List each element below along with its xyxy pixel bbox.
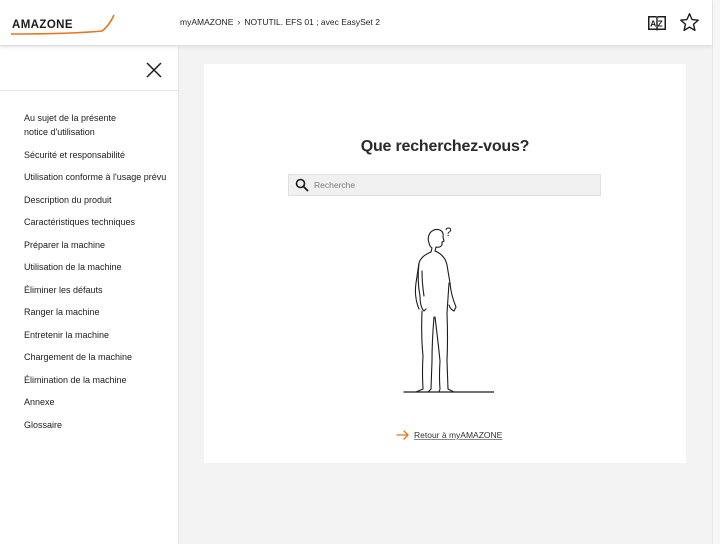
back-link-label: Retour à myAMAZONE — [414, 430, 503, 440]
page-title: Que recherchez-vous? — [360, 138, 530, 155]
sidebar-item-park-machine[interactable]: Ranger la machine — [0, 305, 178, 319]
book-icon-letters: AZ — [650, 19, 664, 29]
sidebar-nav: Au sujet de la présente notice d'utilisa… — [0, 111, 178, 432]
sidebar: Au sujet de la présente notice d'utilisa… — [0, 47, 179, 544]
back-to-myamazone-link[interactable]: Retour à myAMAZONE — [396, 430, 502, 440]
sidebar-item-technical-data[interactable]: Caractéristiques techniques — [0, 215, 178, 229]
search-panel: Que recherchez-vous? ? Retou — [204, 64, 686, 463]
star-icon[interactable] — [679, 12, 700, 33]
sidebar-item-product-description[interactable]: Description du produit — [0, 193, 178, 207]
breadcrumb-home-link[interactable]: myAMAZONE — [180, 17, 233, 27]
search-icon[interactable] — [295, 178, 309, 192]
sidebar-item-loading[interactable]: Chargement de la machine — [0, 350, 178, 364]
breadcrumb: myAMAZONE › NOTUTIL. EFS 01 ; avec EasyS… — [180, 17, 380, 27]
chevron-right-icon: › — [237, 17, 241, 27]
arrow-right-icon — [396, 430, 409, 440]
sidebar-item-appendix[interactable]: Annexe — [0, 395, 178, 409]
sidebar-item-about[interactable]: Au sujet de la présente notice d'utilisa… — [0, 111, 150, 139]
top-header: AMAZONE myAMAZONE › NOTUTIL. EFS 01 ; av… — [0, 0, 712, 46]
sidebar-item-intended-use[interactable]: Utilisation conforme à l'usage prévu — [0, 170, 178, 184]
sidebar-item-safety[interactable]: Sécurité et responsabilité — [0, 148, 178, 162]
page-scrollbar[interactable] — [712, 0, 720, 544]
question-mark: ? — [445, 225, 452, 239]
sidebar-item-disposal[interactable]: Élimination de la machine — [0, 373, 178, 387]
sidebar-item-maintenance[interactable]: Entretenir la machine — [0, 328, 178, 342]
breadcrumb-current: NOTUTIL. EFS 01 ; avec EasySet 2 — [244, 17, 380, 27]
sidebar-toolbar — [0, 47, 178, 91]
book-icon[interactable]: AZ — [647, 14, 667, 32]
sidebar-item-troubleshooting[interactable]: Éliminer les défauts — [0, 283, 178, 297]
search-input[interactable] — [314, 180, 584, 190]
close-icon[interactable] — [144, 60, 164, 80]
sidebar-item-use-machine[interactable]: Utilisation de la machine — [0, 260, 178, 274]
brand-text: AMAZONE — [12, 19, 73, 31]
search-box[interactable] — [288, 174, 601, 196]
thinking-person-illustration: ? — [403, 225, 494, 393]
sidebar-item-glossary[interactable]: Glossaire — [0, 418, 178, 432]
amazone-logo[interactable]: AMAZONE — [10, 14, 116, 36]
sidebar-item-prepare-machine[interactable]: Préparer la machine — [0, 238, 178, 252]
